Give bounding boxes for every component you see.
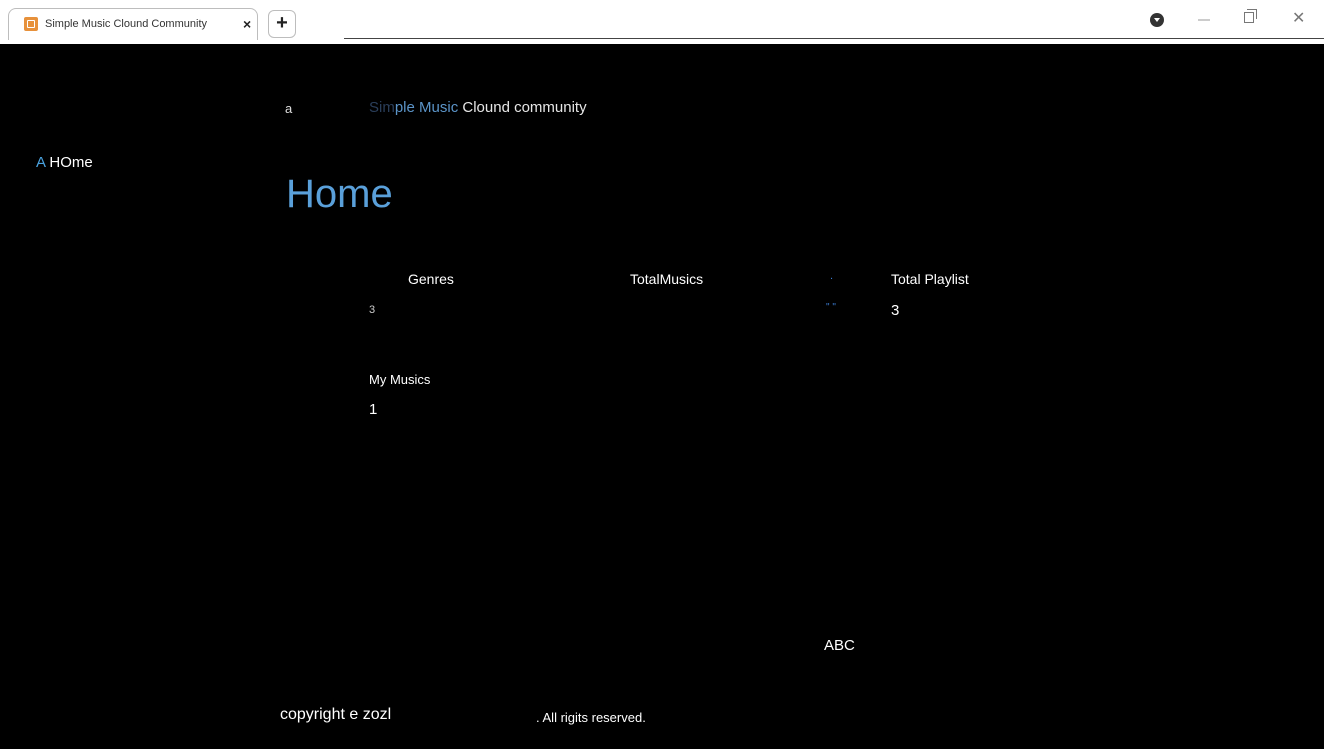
my-musics-label: My Musics [369, 372, 431, 387]
browser-tab[interactable]: Simple Music Clound Community × [8, 8, 258, 40]
my-musics-value: 1 [369, 401, 378, 418]
window-close-icon[interactable]: ✕ [1292, 9, 1305, 29]
new-tab-button[interactable]: + [268, 10, 296, 38]
total-playlist-marks: " " [826, 302, 836, 313]
abc-text: ABC [824, 637, 855, 654]
brand-letter: a [285, 101, 293, 116]
sidebar-item-home[interactable]: A HOme [36, 154, 93, 171]
total-playlist-value: 3 [891, 302, 900, 319]
total-playlist-label: Total Playlist [891, 271, 969, 287]
tab-title: Simple Music Clound Community [45, 18, 207, 30]
total-playlist-dot: . [830, 270, 834, 282]
sidebar-home-label: HOme [49, 154, 93, 171]
site-favicon-icon [24, 17, 38, 31]
total-musics-label: TotalMusics [630, 271, 704, 287]
maximize-icon[interactable] [1244, 9, 1257, 23]
footer-copyright: copyright e zozl [280, 706, 392, 723]
site-title-part2: ple Music [394, 99, 459, 116]
genres-label: Genres [408, 271, 454, 287]
extension-icon[interactable] [1150, 13, 1164, 27]
page-title: Home [286, 172, 393, 216]
browser-chrome: Simple Music Clound Community × + ✕ [0, 0, 1324, 44]
site-title[interactable]: Simple Music Clound community [369, 99, 587, 116]
site-title-part3: Clound community [458, 99, 587, 116]
chrome-divider [344, 38, 1324, 39]
site-title-part1: Sim [369, 99, 395, 116]
footer-rights: . All rigits reserved. [536, 710, 646, 725]
minimize-icon[interactable] [1198, 19, 1210, 21]
genres-value: 3 [369, 304, 376, 316]
sidebar-home-prefix: A [36, 154, 46, 171]
page-body: A HOme a Simple Music Clound community H… [0, 44, 1324, 749]
tab-close-icon[interactable]: × [243, 15, 251, 33]
